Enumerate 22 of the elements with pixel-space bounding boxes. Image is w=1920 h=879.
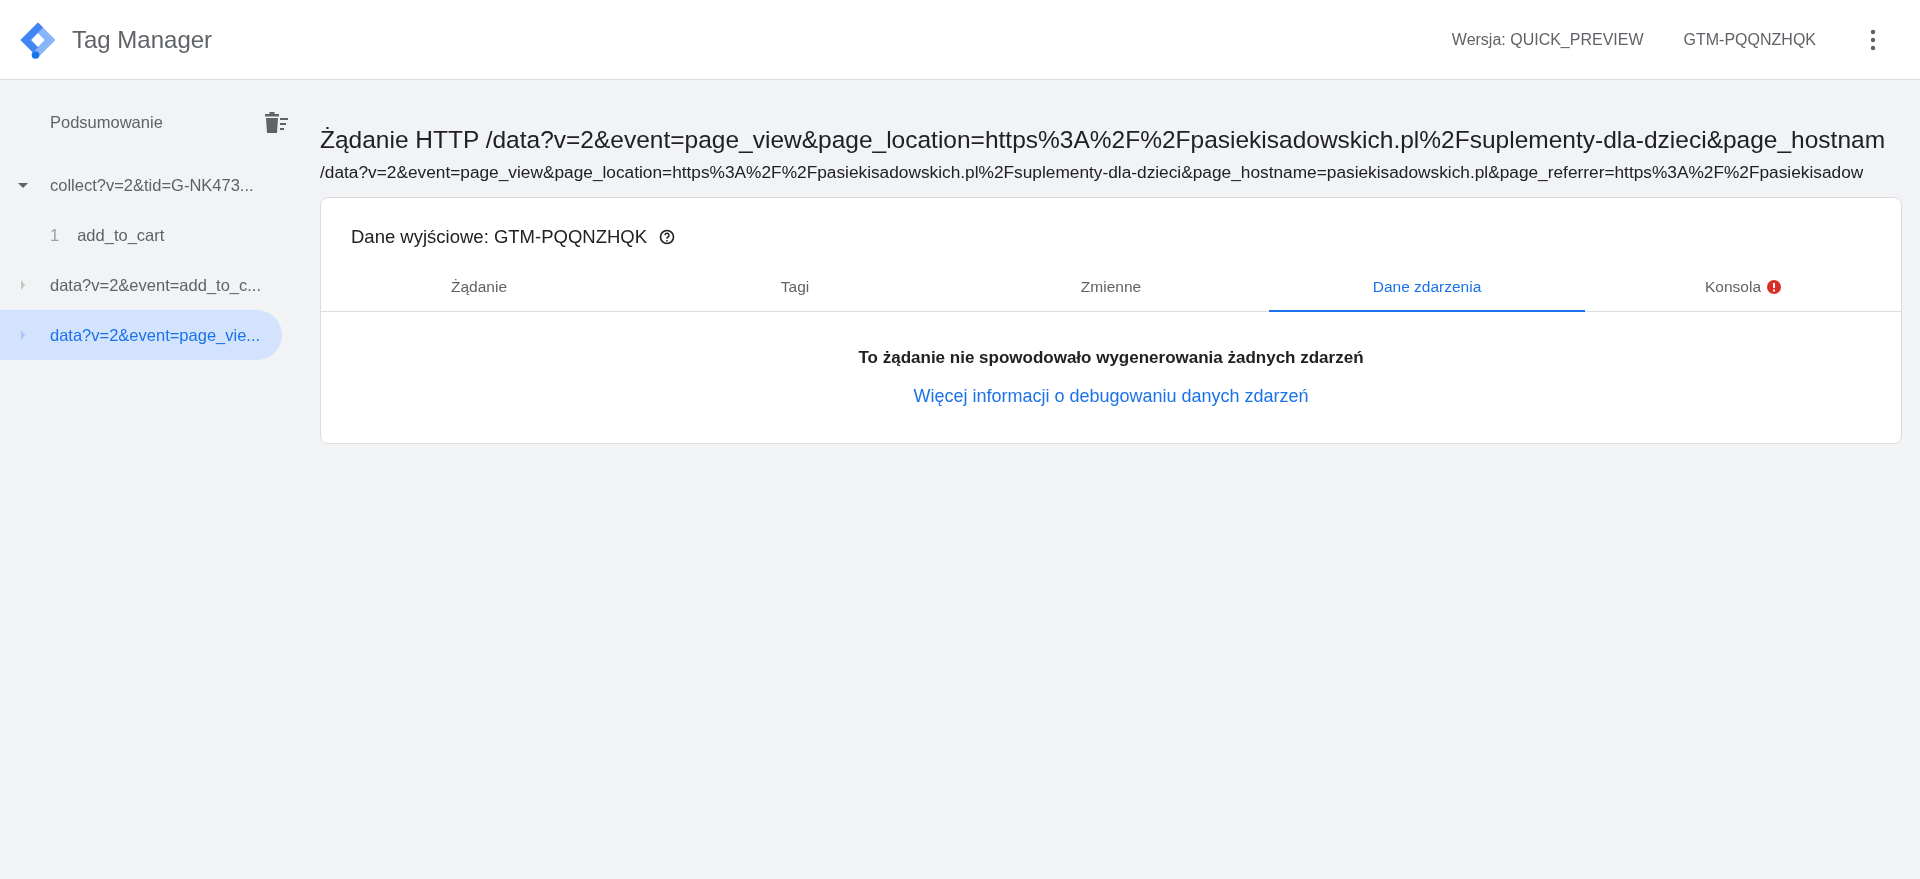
request-url: /data?v=2&event=page_view&page_location=https%3A%2F%2Fpasiekisadowskich.pl%2Fsuplementy-dla-dzieci&page_hostname=pasiekisadowskich.pl&page_referrer=https%3A%2F%2Fpasiekisadow <box>320 162 1865 183</box>
version-label: Wersja: QUICK_PREVIEW <box>1451 30 1644 49</box>
request-item[interactable]: data?v=2&event=add_to_c... <box>0 260 282 310</box>
tab[interactable]: Dane zdarzenia <box>1269 264 1585 312</box>
caret-down-icon[interactable] <box>18 180 28 190</box>
card-heading: Dane wyjściowe: GTM-PQQNZHQK <box>351 226 648 248</box>
event-item[interactable]: 1 add_to_cart <box>0 210 300 260</box>
tab[interactable]: Żądanie <box>321 264 637 312</box>
clear-list-icon[interactable] <box>262 110 290 135</box>
request-item[interactable]: data?v=2&event=page_vie... <box>0 310 282 360</box>
empty-message: To żądanie nie spowodowało wygenerowania żadnych zdarzeń <box>858 348 1364 368</box>
more-menu-icon[interactable] <box>1870 28 1876 51</box>
request-item[interactable]: collect?v=2&tid=G-NK473... <box>0 160 282 210</box>
tab[interactable]: Zmienne <box>953 264 1269 312</box>
help-icon[interactable] <box>659 229 676 245</box>
help-link[interactable]: Więcej informacji o debugowaniu danych zdarzeń <box>913 386 1309 407</box>
tab[interactable]: Konsola <box>1585 264 1901 312</box>
app-title: Tag Manager <box>72 25 213 54</box>
request-title: Żądanie HTTP /data?v=2&event=page_view&page_location=https%3A%2F%2Fpasiekisadowskich.pl%2Fsuplementy-dla-dzieci&page_hostnam <box>320 126 1887 154</box>
tab[interactable]: Tagi <box>637 264 953 312</box>
summary-item[interactable]: Podsumowanie <box>50 113 163 132</box>
container-id: GTM-PQQNZHQK <box>1683 30 1816 49</box>
